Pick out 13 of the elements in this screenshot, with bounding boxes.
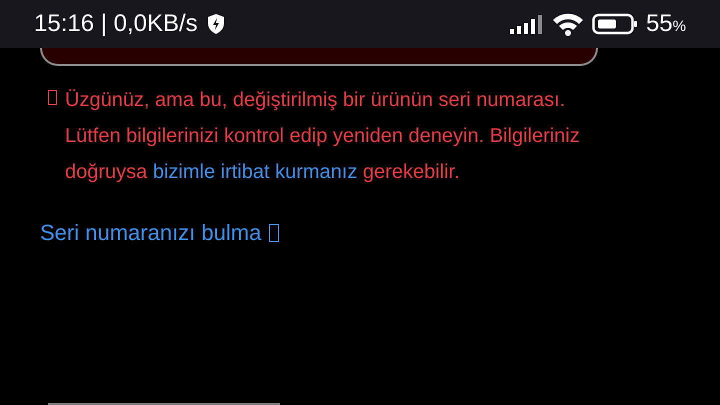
missing-glyph-icon (48, 90, 57, 105)
find-serial-link[interactable]: Seri numaranızı bulma (40, 216, 262, 249)
shield-icon (206, 13, 226, 35)
contact-link[interactable]: bizimle irtibat (152, 161, 270, 183)
battery-icon (592, 13, 638, 35)
status-time: 15:16 | 0,0KB/s (34, 9, 198, 39)
missing-glyph-icon (269, 224, 280, 242)
wifi-icon (552, 12, 584, 36)
error-message: Üzgünüz, ama bu, değiştirilmiş bir ürünün seri numarası. Lütfen bilgilerinizi kontrol edip yeniden deneyin. Bilgileriniz doğruysa bizimle irtibat kurmanız gerekebilir. (65, 88, 581, 185)
contact-link[interactable]: kurmanız (275, 161, 358, 183)
signal-icon (510, 14, 544, 34)
battery-percent: 55 (646, 10, 673, 37)
percent-sign: % (672, 18, 686, 35)
